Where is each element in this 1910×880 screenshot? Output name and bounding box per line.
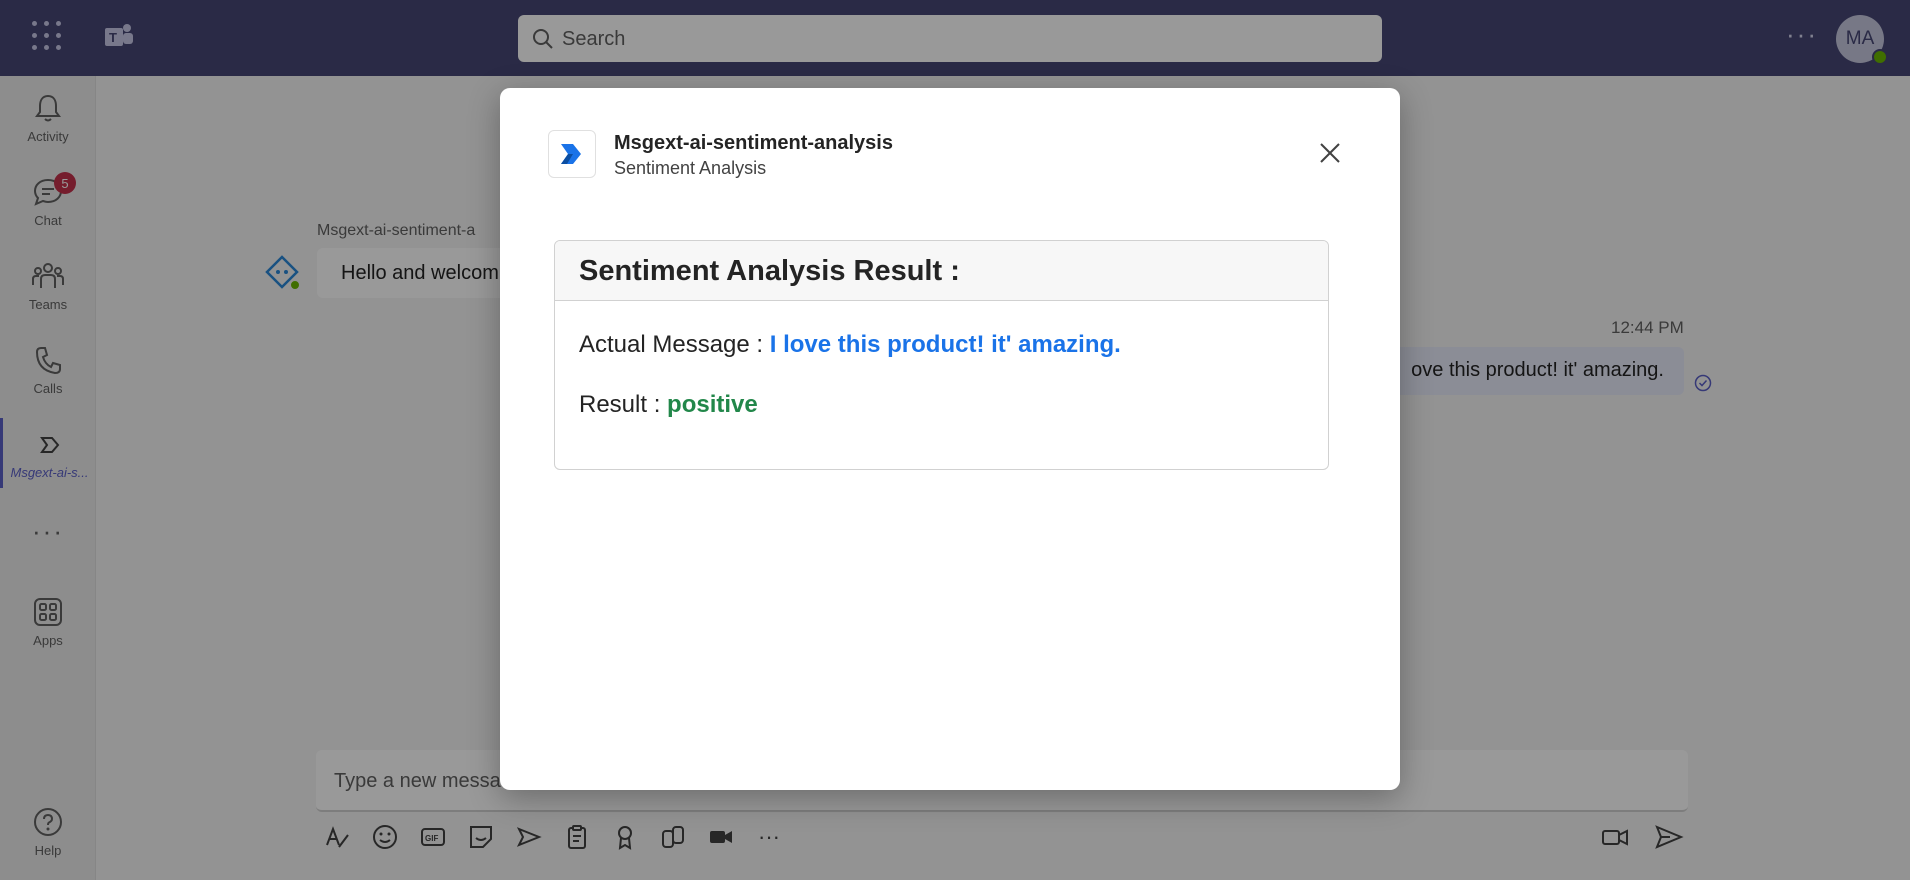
close-icon[interactable] (1315, 138, 1345, 168)
result-value: positive (667, 391, 758, 418)
dialog-subtitle: Sentiment Analysis (614, 158, 767, 178)
message-value: I love this product! it' amazing. (769, 331, 1121, 358)
dialog-app-title: Msgext-ai-sentiment-analysis (614, 132, 893, 154)
message-label: Actual Message : (579, 331, 770, 358)
azure-app-icon (561, 144, 581, 164)
result-label: Result : (579, 391, 668, 418)
card-title: Sentiment Analysis Result : (555, 241, 1328, 301)
result-card: Sentiment Analysis Result : Actual Messa… (554, 240, 1329, 470)
actual-message-row: Actual Message : I love this product! it… (579, 331, 1121, 359)
app-logo (548, 130, 596, 178)
task-module-dialog: Msgext-ai-sentiment-analysis Sentiment A… (500, 88, 1400, 790)
result-row: Result : positive (579, 391, 758, 419)
